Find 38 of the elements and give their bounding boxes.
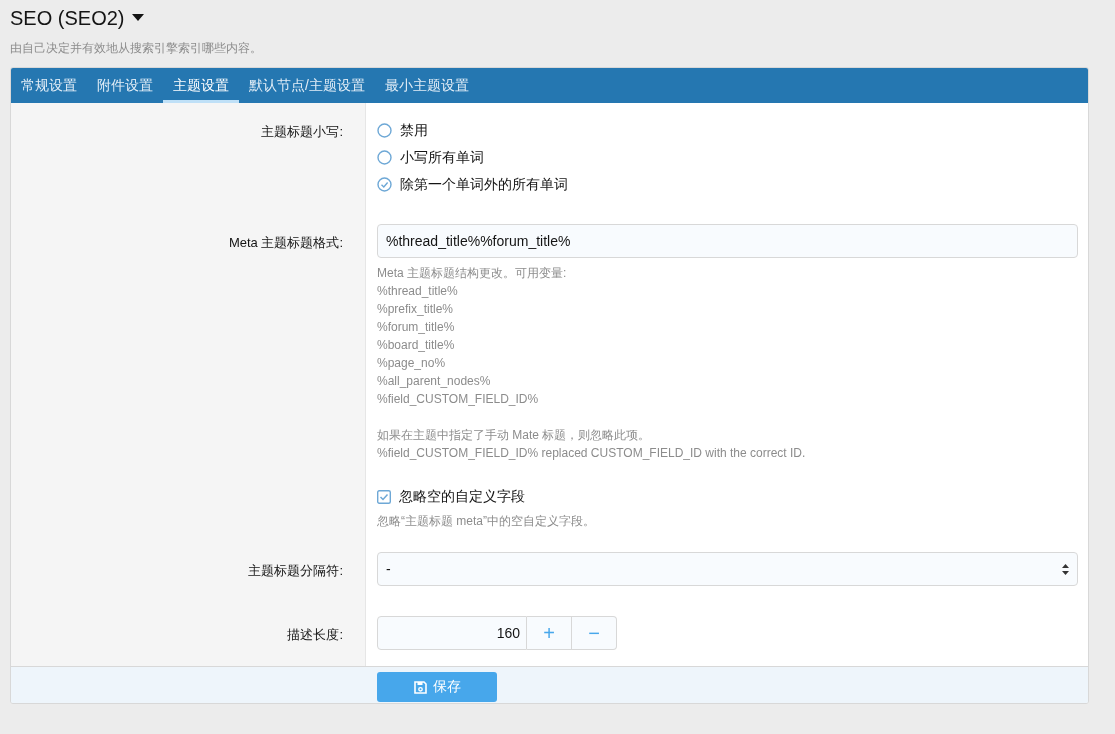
save-button[interactable]: 保存 <box>377 672 497 702</box>
radio-label: 除第一个单词外的所有单词 <box>400 175 568 194</box>
radio-label: 小写所有单词 <box>400 148 484 167</box>
help-text: %all_parent_nodes% <box>377 374 491 388</box>
help-text: %board_title% <box>377 338 455 352</box>
help-text: %page_no% <box>377 356 446 370</box>
help-text: 如果在主题中指定了手动 Mate 标题，则忽略此项。 <box>377 428 651 442</box>
help-text: %thread_title% <box>377 284 458 298</box>
radio-button[interactable] <box>377 123 392 138</box>
radio-label: 禁用 <box>400 121 428 140</box>
field-label: 主题标题小写: <box>261 123 343 141</box>
help-text: %field_CUSTOM_FIELD_ID% replaced CUSTOM_FIELD_ID with the correct ID. <box>377 446 806 460</box>
tab[interactable]: 最小主题设置 <box>374 68 479 103</box>
select-field[interactable]: - <box>377 552 1078 586</box>
help-text: %prefix_title% <box>377 302 454 316</box>
help-text: %field_CUSTOM_FIELD_ID% <box>377 392 539 406</box>
tab[interactable]: 附件设置 <box>87 68 163 103</box>
caret-icon[interactable] <box>132 14 145 22</box>
page-title: SEO (SEO2) <box>10 6 125 30</box>
sort-arrows-icon <box>1062 563 1069 575</box>
tab[interactable]: 主题设置 <box>163 68 239 103</box>
checkbox[interactable] <box>377 490 391 504</box>
help-text: Meta 主题标题结构更改。可用变量: <box>377 266 567 280</box>
radio-button[interactable] <box>377 177 392 192</box>
field-label: 描述长度: <box>287 626 343 644</box>
number-field[interactable]: 160 <box>377 616 527 650</box>
field-label: Meta 主题标题格式: <box>228 234 343 252</box>
input-field[interactable]: %thread_title%%forum_title% <box>377 224 1078 258</box>
field-label: 主题标题分隔符: <box>248 562 343 580</box>
page-description: 由自己决定并有效地从搜索引擎索引哪些内容。 <box>10 41 262 55</box>
tab[interactable]: 常规设置 <box>11 68 87 103</box>
increment-button[interactable]: + <box>527 616 572 650</box>
checkbox-label: 忽略空的自定义字段 <box>399 488 525 506</box>
help-text: 忽略“主题标题 meta”中的空自定义字段。 <box>377 514 595 528</box>
decrement-button[interactable]: − <box>572 616 617 650</box>
help-text: %forum_title% <box>377 320 455 334</box>
radio-button[interactable] <box>377 150 392 165</box>
tab[interactable]: 默认节点/主题设置 <box>239 68 375 103</box>
